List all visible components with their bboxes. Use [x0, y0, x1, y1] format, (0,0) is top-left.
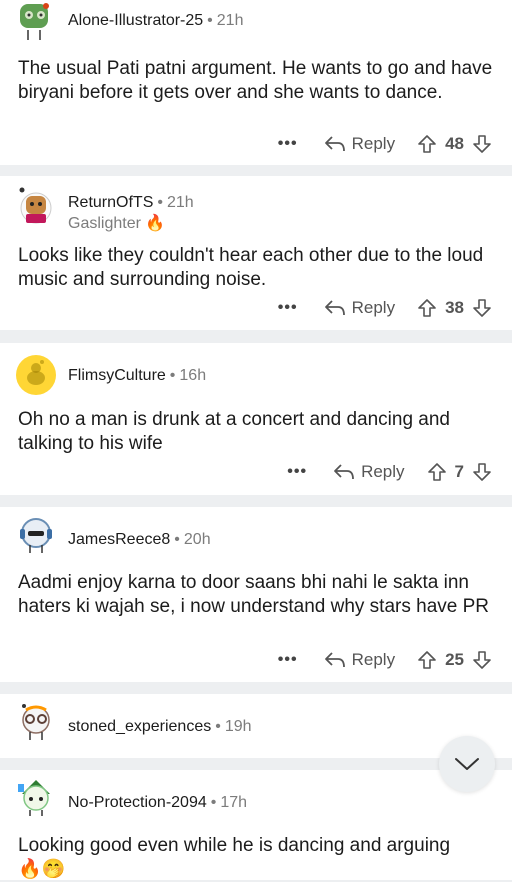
dog-snoo-avatar-icon[interactable] — [16, 186, 56, 226]
comment-body: Looking good even while he is dancing an… — [18, 835, 451, 856]
more-options-button[interactable]: ••• — [287, 463, 307, 481]
upvote-icon[interactable] — [427, 462, 447, 482]
comment-meta: FlimsyCulture • 16h — [68, 367, 207, 384]
username[interactable]: Alone-Illustrator-25 — [68, 12, 203, 29]
vote-control: 7 — [427, 462, 492, 482]
user-flair: Gaslighter 🔥 — [68, 215, 166, 232]
username[interactable]: FlimsyCulture — [68, 367, 166, 384]
reply-button[interactable]: Reply — [324, 134, 395, 154]
snoo-glasses-avatar-icon[interactable] — [16, 702, 56, 742]
vote-count: 7 — [454, 462, 464, 481]
downvote-icon[interactable] — [472, 298, 492, 318]
username[interactable]: JamesReece8 — [68, 531, 170, 548]
reply-icon — [324, 300, 345, 316]
reply-icon — [324, 652, 345, 668]
comment-meta: No-Protection-2094 • 17h — [68, 794, 248, 811]
upvote-icon[interactable] — [417, 134, 437, 154]
reply-label: Reply — [351, 298, 396, 317]
downvote-icon[interactable] — [472, 462, 492, 482]
comment-actions: ••• Reply 25 — [278, 646, 492, 674]
more-options-button[interactable]: ••• — [278, 299, 298, 317]
username[interactable]: ReturnOfTS — [68, 194, 153, 211]
comment-meta: Alone-Illustrator-25 • 21h — [68, 12, 244, 29]
username[interactable]: stoned_experiences — [68, 718, 211, 735]
vote-control: 38 — [417, 298, 492, 318]
comment-actions: ••• Reply 48 — [278, 130, 492, 158]
timestamp: 21h — [216, 12, 244, 29]
username[interactable]: No-Protection-2094 — [68, 794, 207, 811]
timestamp: 19h — [224, 718, 252, 735]
snoo-headphones-avatar-icon[interactable] — [16, 515, 56, 555]
chevron-down-icon — [455, 758, 479, 770]
comment-actions: ••• Reply 38 — [278, 294, 492, 322]
comment-body: Looks like they couldn't hear each other… — [18, 245, 484, 290]
reply-label: Reply — [361, 462, 405, 481]
comment-meta: ReturnOfTS • 21h — [68, 194, 194, 211]
timestamp: 17h — [220, 794, 248, 811]
more-options-button[interactable]: ••• — [278, 651, 298, 669]
yellow-default-avatar-icon[interactable] — [16, 355, 56, 395]
scroll-down-button[interactable] — [439, 736, 495, 792]
more-options-button[interactable]: ••• — [278, 135, 298, 153]
reply-button[interactable]: Reply — [333, 462, 405, 482]
comment-emoji-line: 🔥🤭 — [18, 859, 66, 880]
comment-card[interactable]: stoned_experiences • 19h — [0, 694, 512, 758]
comment-card: No-Protection-2094 • 17h Looking good even… — [0, 770, 512, 880]
reply-icon — [324, 136, 345, 152]
downvote-icon[interactable] — [472, 134, 492, 154]
comment-card: FlimsyCulture • 16h Oh no a man is drunk a… — [0, 343, 512, 495]
timestamp: 21h — [166, 194, 194, 211]
green-hat-snoo-avatar-icon[interactable] — [16, 778, 56, 818]
downvote-icon[interactable] — [472, 650, 492, 670]
reply-icon — [334, 464, 354, 480]
comment-meta: stoned_experiences • 19h — [68, 718, 252, 735]
comment-body: The usual Pati patni argument. He wants … — [18, 58, 493, 103]
comment-body: Oh no a man is drunk at a concert and da… — [18, 409, 450, 454]
reply-button[interactable]: Reply — [324, 298, 395, 318]
reply-label: Reply — [351, 134, 396, 153]
upvote-icon[interactable] — [417, 298, 437, 318]
vote-count: 25 — [445, 650, 464, 669]
comment-card: Alone-Illustrator-25 • 21h The usual Pati … — [0, 0, 512, 165]
comment-actions: ••• Reply 7 — [287, 458, 492, 486]
green-snoo-avatar-icon[interactable] — [16, 2, 56, 42]
timestamp: 16h — [179, 367, 207, 384]
comment-body: Aadmi enjoy karna to door saans bhi nahi… — [18, 572, 490, 617]
comment-card: JamesReece8 • 20h Aadmi enjoy karna to doo… — [0, 507, 512, 682]
reply-button[interactable]: Reply — [324, 650, 395, 670]
vote-control: 48 — [417, 134, 492, 154]
timestamp: 20h — [183, 531, 211, 548]
vote-count: 48 — [445, 134, 464, 153]
upvote-icon[interactable] — [417, 650, 437, 670]
comment-card: ReturnOfTS • 21h Gaslighter 🔥 Looks like t… — [0, 176, 512, 330]
vote-control: 25 — [417, 650, 492, 670]
vote-count: 38 — [445, 298, 464, 317]
reply-label: Reply — [351, 650, 396, 669]
comment-meta: JamesReece8 • 20h — [68, 531, 211, 548]
